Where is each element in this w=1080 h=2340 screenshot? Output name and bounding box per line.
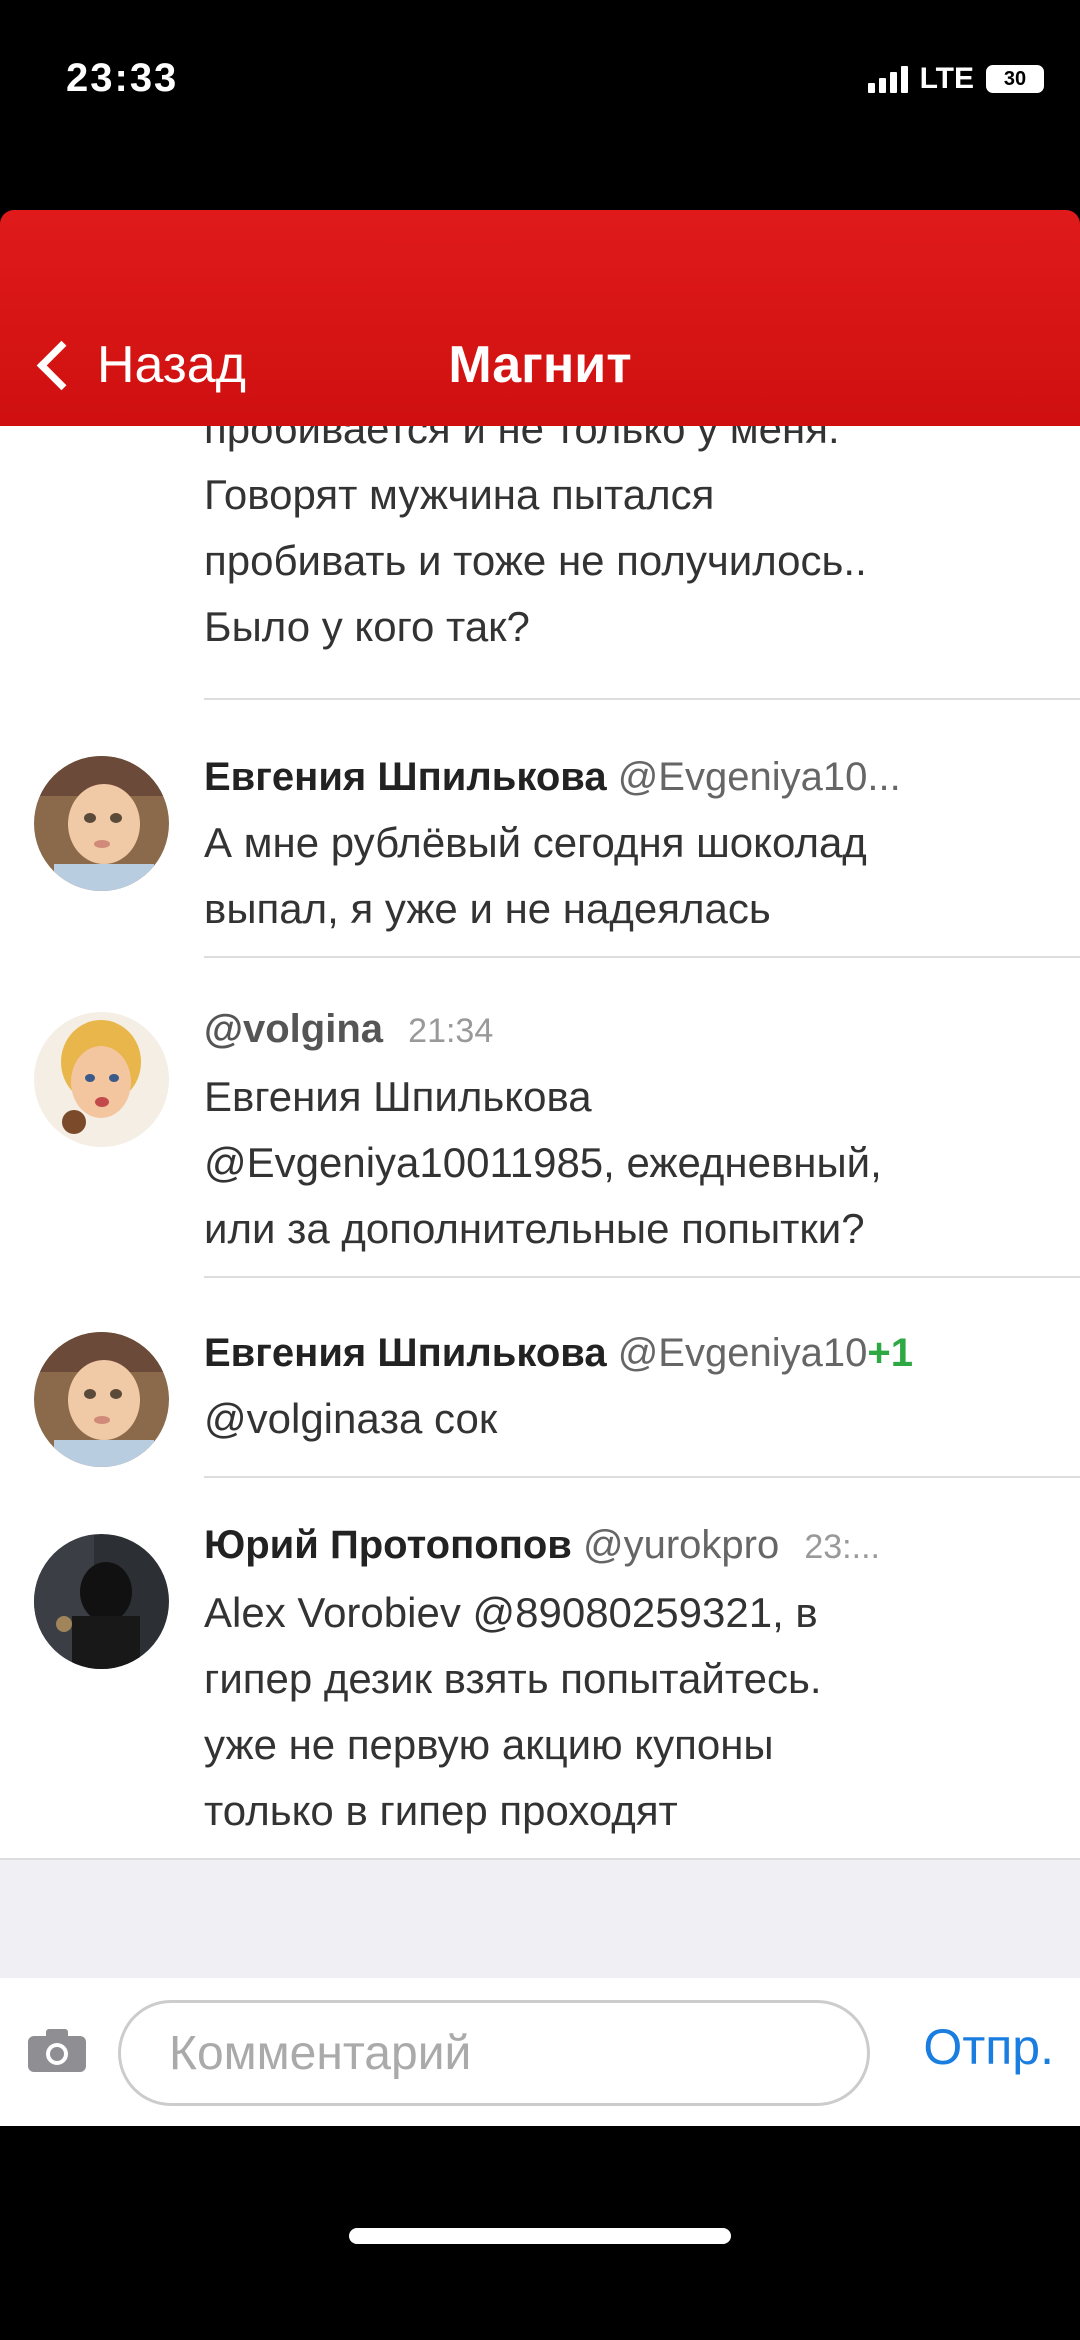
home-indicator[interactable] [349,2228,731,2244]
comment-text: Говорят мужчина пытался [204,471,715,518]
send-button[interactable]: Отпр. [923,2018,1054,2076]
comment-composer: Отпр. [0,1978,1080,2126]
author-name: Евгения Шпилькова [204,1331,607,1375]
comment-text: или за дополнительные попытки? [204,1205,865,1252]
divider [204,1476,1080,1478]
network-type: LTE [919,62,974,95]
comment-text: Евгения Шпилькова [204,1073,592,1120]
avatar[interactable] [34,1012,169,1147]
divider [204,1276,1080,1278]
comment-author[interactable]: Евгения Шпилькова @Evgeniya10+1 [204,1320,1080,1386]
comment-text: пробивать и тоже не получилось.. [204,537,867,584]
author-name: Евгения Шпилькова [204,755,607,799]
comment-text: выпал, я уже и не надеялась [204,885,771,932]
divider [204,698,1080,700]
divider [204,956,1080,958]
author-handle: @Evgeniya10... [617,755,901,799]
status-bar: 23:33 LTE 30 [0,0,1080,210]
comment-time: 23:... [804,1528,880,1566]
comment-text: Alex Vorobiev @89080259321, в [204,1589,818,1636]
comment-text: уже не первую акцию купоны [204,1721,774,1768]
comments-list[interactable]: пробивается и не только у меня. Говорят … [0,426,1080,1978]
camera-icon[interactable] [26,2026,88,2074]
comment-author[interactable]: Юрий Протопопов @yurokpro 23:... [204,1512,1080,1580]
comment-input[interactable] [118,2000,870,2106]
comment-text: гипер дезик взять попытайтесь. [204,1655,822,1702]
comment-author[interactable]: Евгения Шпилькова @Evgeniya10... [204,744,1080,810]
signal-icon [867,65,908,93]
author-handle: @volgina [204,1007,384,1051]
battery-icon: 30 [986,65,1044,93]
nav-bar: Назад Магнит [0,210,1080,426]
avatar[interactable] [34,1534,169,1669]
list-footer [0,1860,1080,1978]
author-handle: @yurokpro [583,1523,780,1567]
author-handle: @Evgeniya10+1 [617,1331,913,1375]
comment-text: Было у кого так? [204,603,530,650]
status-indicators: LTE 30 [867,62,1044,96]
avatar[interactable] [34,756,169,891]
comment-text: @Evgeniya10011985, ежедневный, [204,1139,882,1186]
avatar[interactable] [34,1332,169,1467]
comment-time: 21:34 [408,1012,494,1050]
comment-text: @volginaза сок [204,1395,498,1442]
divider [0,1858,1080,1860]
status-time: 23:33 [66,56,179,100]
comment-author[interactable]: @volgina 21:34 [204,996,1080,1064]
page-title: Магнит [448,336,632,394]
comment-text: пробивается и не только у меня. [204,426,840,452]
comment-text: А мне рублёвый сегодня шоколад [204,819,867,866]
comment-text: только в гипер проходят [204,1787,678,1834]
author-name: Юрий Протопопов [204,1523,572,1567]
